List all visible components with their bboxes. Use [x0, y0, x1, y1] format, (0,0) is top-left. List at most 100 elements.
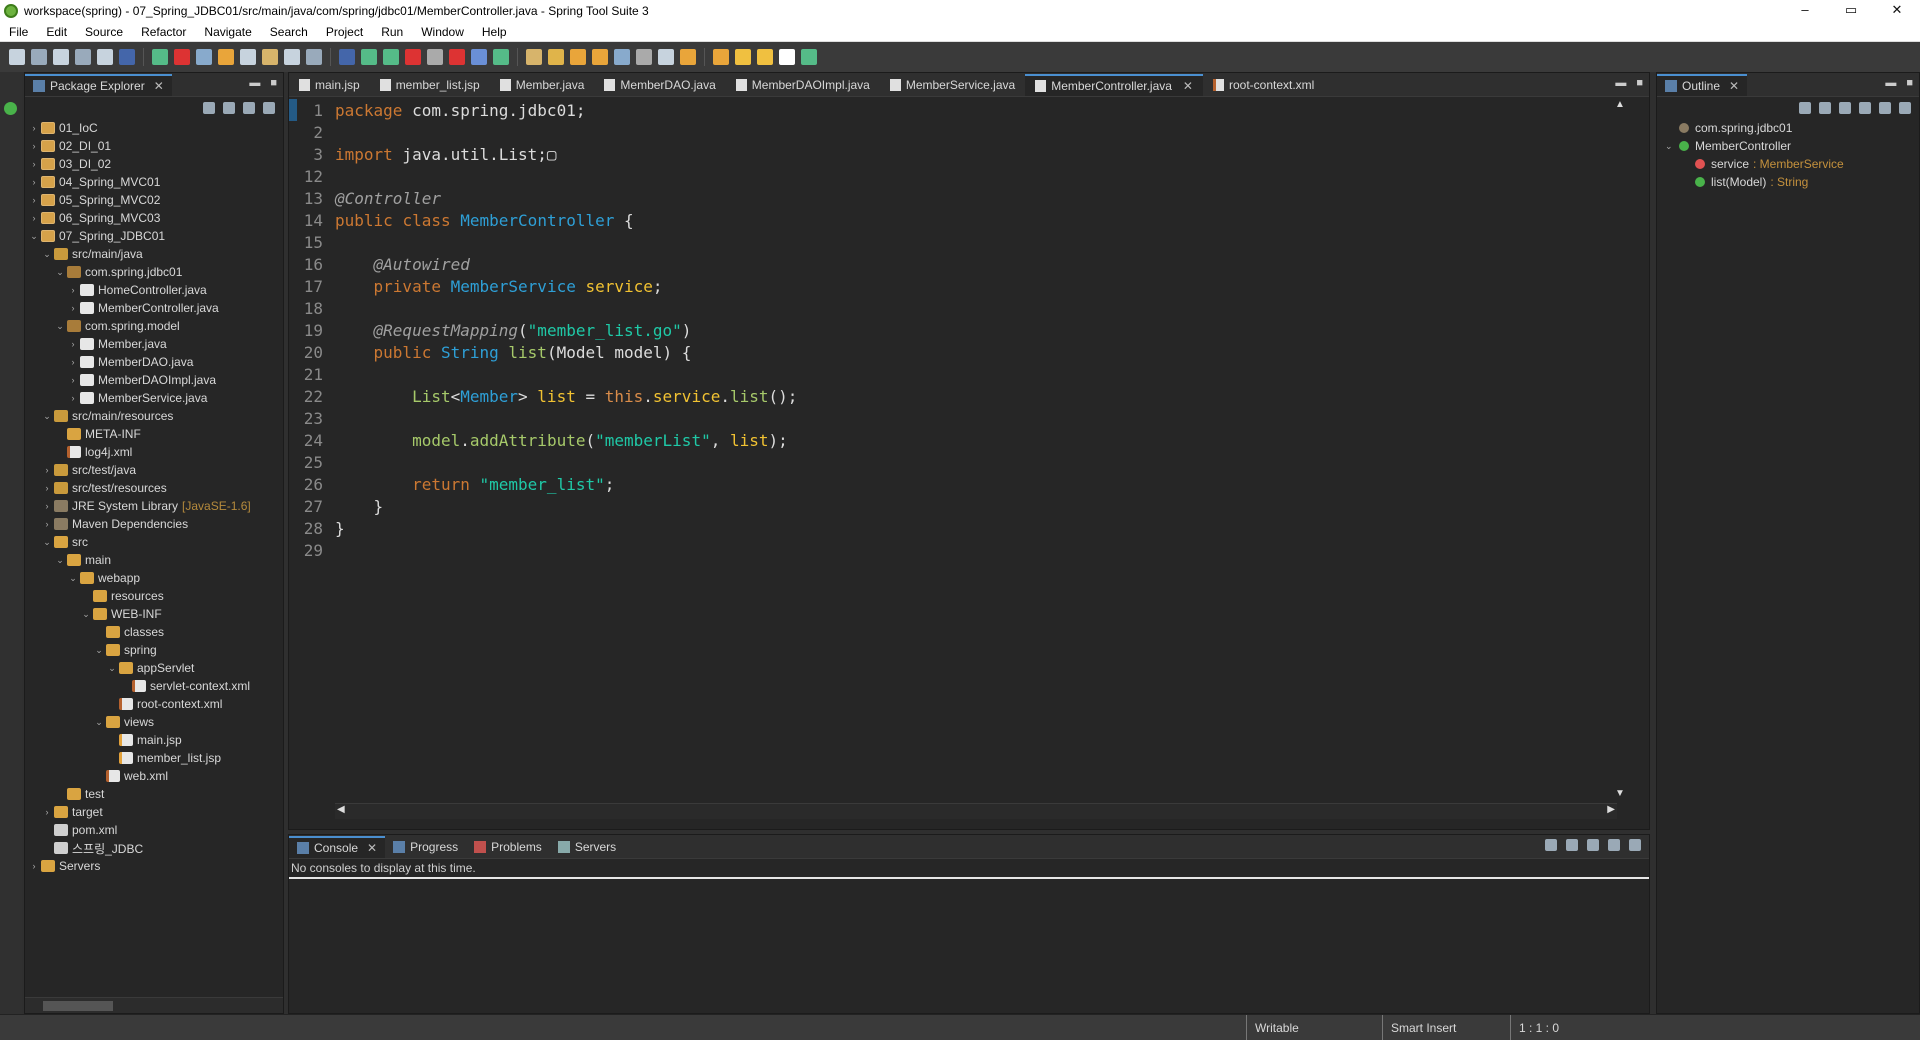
- collapse-arrow-icon[interactable]: ›: [42, 501, 52, 511]
- tree-item[interactable]: log4j.xml: [25, 443, 283, 461]
- tree-item[interactable]: web.xml: [25, 767, 283, 785]
- expand-arrow-icon[interactable]: ⌄: [55, 321, 65, 332]
- code-line[interactable]: 13 @Controller: [289, 187, 1629, 209]
- minimize-panel-icon[interactable]: ▬: [1885, 77, 1896, 89]
- menu-item-search[interactable]: Search: [261, 25, 317, 39]
- editor-tab[interactable]: MemberController.java ✕: [1025, 74, 1203, 96]
- tree-item[interactable]: META-INF: [25, 425, 283, 443]
- tree-item[interactable]: pom.xml: [25, 821, 283, 839]
- collapse-arrow-icon[interactable]: ›: [68, 375, 78, 385]
- view-menu-icon[interactable]: [263, 102, 275, 114]
- tree-item[interactable]: ⌄ views: [25, 713, 283, 731]
- tree-item[interactable]: ⌄ src: [25, 533, 283, 551]
- editor-tab[interactable]: MemberService.java: [880, 74, 1025, 96]
- tree-item[interactable]: › 04_Spring_MVC01: [25, 173, 283, 191]
- focus-icon[interactable]: [1859, 102, 1871, 114]
- code-line[interactable]: 15: [289, 231, 1629, 253]
- toolbar-button-icon[interactable]: [306, 49, 322, 65]
- menu-item-run[interactable]: Run: [372, 25, 412, 39]
- pin-console-icon[interactable]: [1566, 839, 1578, 851]
- toolbar-button-icon[interactable]: [339, 49, 355, 65]
- toolbar-button-icon[interactable]: [119, 49, 135, 65]
- collapse-arrow-icon[interactable]: ›: [29, 861, 39, 871]
- toolbar-button-icon[interactable]: [97, 49, 113, 65]
- outline-item[interactable]: list(Model): String: [1657, 173, 1919, 191]
- code-line[interactable]: 18: [289, 297, 1629, 319]
- tree-item[interactable]: › 05_Spring_MVC02: [25, 191, 283, 209]
- toolbar-button-icon[interactable]: [713, 49, 729, 65]
- toolbar-button-icon[interactable]: [449, 49, 465, 65]
- tree-item[interactable]: › MemberDAO.java: [25, 353, 283, 371]
- tree-item[interactable]: › 03_DI_02: [25, 155, 283, 173]
- menu-item-edit[interactable]: Edit: [37, 25, 76, 39]
- open-console-icon[interactable]: [1587, 839, 1599, 851]
- tree-item[interactable]: ⌄ 07_Spring_JDBC01: [25, 227, 283, 245]
- toolbar-button-icon[interactable]: [735, 49, 751, 65]
- tree-item[interactable]: main.jsp: [25, 731, 283, 749]
- maximize-panel-icon[interactable]: ■: [270, 77, 277, 89]
- tree-item[interactable]: classes: [25, 623, 283, 641]
- toolbar-button-icon[interactable]: [636, 49, 652, 65]
- collapse-all-icon[interactable]: [203, 102, 215, 114]
- code-line[interactable]: 1 package com.spring.jdbc01;: [289, 99, 1629, 121]
- scroll-left-icon[interactable]: ◀: [337, 804, 345, 815]
- tree-item[interactable]: ⌄ com.spring.jdbc01: [25, 263, 283, 281]
- tree-item[interactable]: › 06_Spring_MVC03: [25, 209, 283, 227]
- collapse-arrow-icon[interactable]: ›: [29, 213, 39, 223]
- toolbar-button-icon[interactable]: [174, 49, 190, 65]
- editor-tab[interactable]: Member.java: [490, 74, 595, 96]
- code-line[interactable]: 23: [289, 407, 1629, 429]
- tree-item[interactable]: › MemberService.java: [25, 389, 283, 407]
- tab-package-explorer[interactable]: Package Explorer ✕: [25, 74, 172, 96]
- toolbar-button-icon[interactable]: [53, 49, 69, 65]
- minimize-panel-icon[interactable]: ▬: [249, 77, 260, 89]
- toolbar-button-icon[interactable]: [570, 49, 586, 65]
- settings-icon[interactable]: [1629, 839, 1641, 851]
- tree-item[interactable]: › src/test/resources: [25, 479, 283, 497]
- menu-item-source[interactable]: Source: [76, 25, 132, 39]
- menu-item-help[interactable]: Help: [473, 25, 516, 39]
- toolbar-button-icon[interactable]: [757, 49, 773, 65]
- view-menu-icon[interactable]: [1899, 102, 1911, 114]
- code-line[interactable]: 19 @RequestMapping("member_list.go"): [289, 319, 1629, 341]
- minimize-button[interactable]: –: [1782, 0, 1828, 22]
- code-line[interactable]: 17 private MemberService service;: [289, 275, 1629, 297]
- tree-item[interactable]: root-context.xml: [25, 695, 283, 713]
- collapse-arrow-icon[interactable]: ›: [42, 483, 52, 493]
- scrollbar-thumb[interactable]: [43, 1001, 113, 1011]
- tree-item[interactable]: resources: [25, 587, 283, 605]
- collapse-arrow-icon[interactable]: ›: [68, 303, 78, 313]
- code-line[interactable]: 22 List<Member> list = this.service.list…: [289, 385, 1629, 407]
- tree-item[interactable]: ⌄ webapp: [25, 569, 283, 587]
- tree-item[interactable]: ⌄ appServlet: [25, 659, 283, 677]
- collapse-arrow-icon[interactable]: ›: [29, 141, 39, 151]
- close-icon[interactable]: ✕: [367, 841, 377, 855]
- code-line[interactable]: 12: [289, 165, 1629, 187]
- tree-item[interactable]: › MemberDAOImpl.java: [25, 371, 283, 389]
- toolbar-button-icon[interactable]: [548, 49, 564, 65]
- hide-fields-icon[interactable]: [1799, 102, 1811, 114]
- toolbar-button-icon[interactable]: [427, 49, 443, 65]
- editor-tab[interactable]: MemberDAOImpl.java: [726, 74, 880, 96]
- toolbar-button-icon[interactable]: [240, 49, 256, 65]
- tree-item[interactable]: › Member.java: [25, 335, 283, 353]
- collapse-arrow-icon[interactable]: ›: [68, 339, 78, 349]
- collapse-icon[interactable]: [1879, 102, 1891, 114]
- close-tab-icon[interactable]: ✕: [1183, 79, 1193, 93]
- tree-item[interactable]: ⌄ src/main/resources: [25, 407, 283, 425]
- close-icon[interactable]: ✕: [154, 79, 164, 93]
- collapse-arrow-icon[interactable]: ›: [29, 123, 39, 133]
- scroll-down-icon[interactable]: ▼: [1615, 788, 1625, 799]
- expand-arrow-icon[interactable]: ⌄: [42, 411, 52, 422]
- tree-item[interactable]: › src/test/java: [25, 461, 283, 479]
- toolbar-button-icon[interactable]: [284, 49, 300, 65]
- editor-horizontal-scrollbar[interactable]: ◀ ▶: [335, 803, 1617, 819]
- collapse-arrow-icon[interactable]: ›: [42, 519, 52, 529]
- toolbar-button-icon[interactable]: [196, 49, 212, 65]
- outline-arrow-icon[interactable]: ⌄: [1665, 141, 1675, 152]
- toolbar-button-icon[interactable]: [680, 49, 696, 65]
- hide-static-icon[interactable]: [1819, 102, 1831, 114]
- menu-item-navigate[interactable]: Navigate: [195, 25, 260, 39]
- outline-item[interactable]: ⌄ MemberController: [1657, 137, 1919, 155]
- toolbar-button-icon[interactable]: [262, 49, 278, 65]
